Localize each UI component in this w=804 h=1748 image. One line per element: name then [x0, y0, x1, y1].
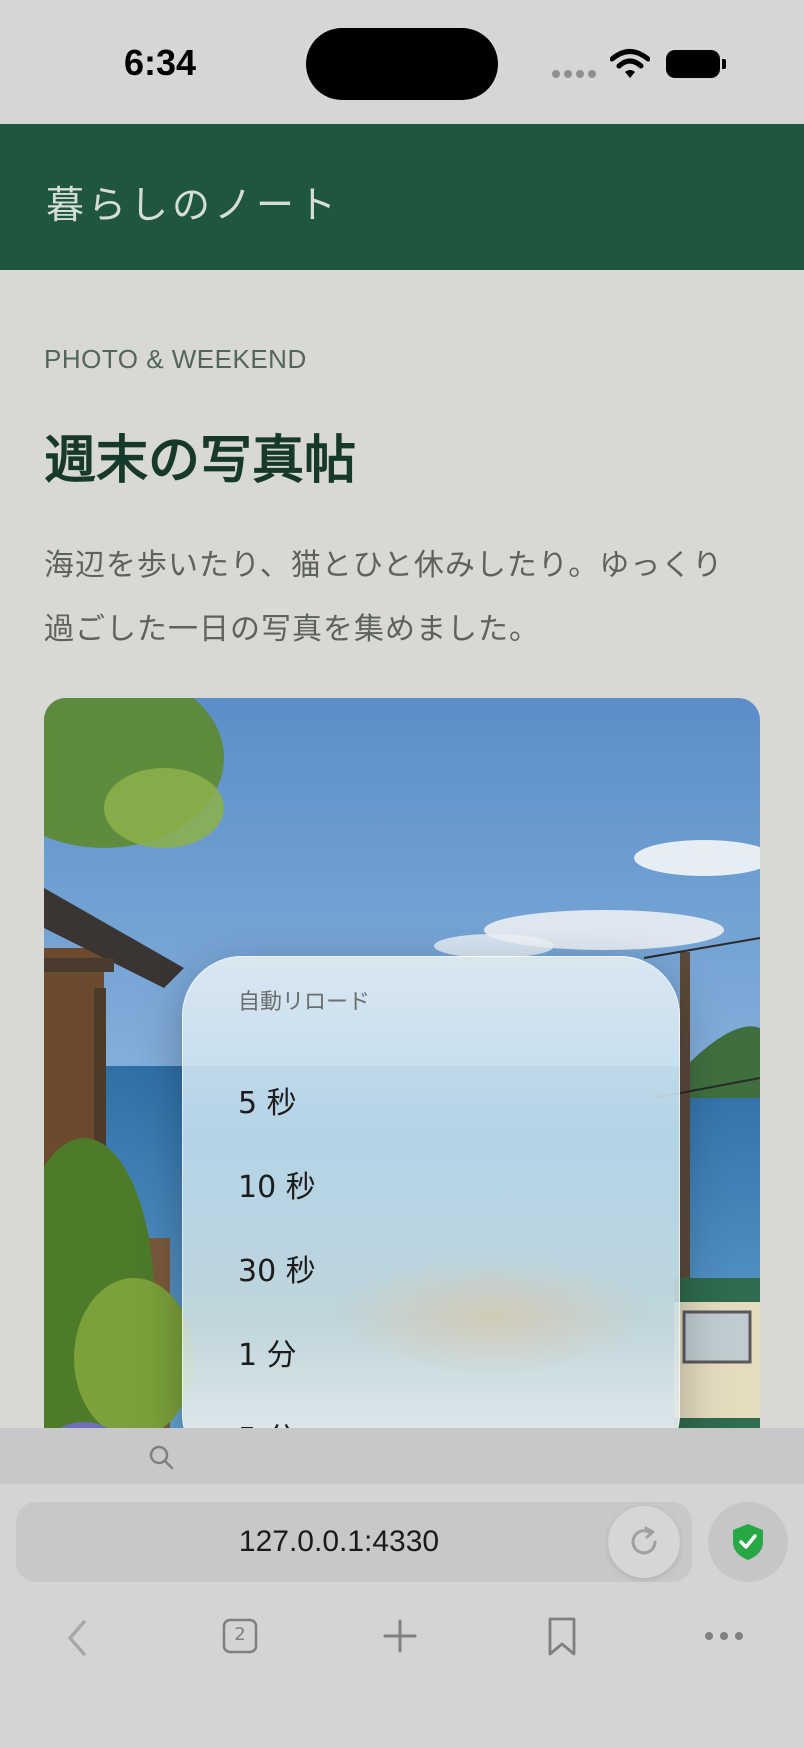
chevron-left-icon	[68, 1620, 86, 1656]
reload-button[interactable]	[608, 1506, 680, 1578]
auto-reload-menu-title: 自動リロード	[238, 990, 371, 1015]
security-button[interactable]	[708, 1502, 788, 1582]
back-button[interactable]	[60, 1616, 108, 1664]
address-bar[interactable]: 127.0.0.1:4330	[16, 1502, 692, 1582]
battery-icon	[666, 50, 726, 78]
address-url: 127.0.0.1:4330	[238, 1525, 440, 1558]
find-bar	[0, 1428, 804, 1484]
tabs-button[interactable]: 2	[222, 1618, 270, 1666]
more-button[interactable]	[704, 1630, 752, 1678]
auto-reload-menu: 自動リロード 5 秒 10 秒 30 秒 1 分 5 分	[182, 956, 680, 1474]
new-tab-button[interactable]	[382, 1618, 430, 1666]
shield-check-icon	[733, 1524, 763, 1560]
tab-count: 2	[234, 1624, 246, 1645]
site-title[interactable]: 暮らしのノート	[46, 174, 340, 229]
wifi-icon	[610, 49, 650, 78]
reload-icon	[631, 1526, 657, 1555]
article-lead-line-1: 海辺を歩いたり、猫とひと休みしたり。ゆっくり	[44, 548, 724, 583]
status-bar: 6:34	[0, 0, 804, 124]
cellular-signal-icon	[552, 70, 596, 78]
bookmark-icon	[548, 1617, 576, 1656]
search-icon[interactable]	[148, 1444, 174, 1470]
more-dots-icon	[705, 1632, 743, 1640]
menu-item-30-seconds[interactable]: 30 秒	[238, 1242, 316, 1302]
site-header: 暮らしのノート	[0, 124, 804, 270]
article-lead-line-2: 過ごした一日の写真を集めました。	[44, 612, 540, 647]
menu-item-1-minute[interactable]: 1 分	[238, 1326, 297, 1386]
menu-item-10-seconds[interactable]: 10 秒	[238, 1158, 316, 1218]
article-headline: 週末の写真帖	[44, 431, 357, 491]
bookmarks-button[interactable]	[546, 1616, 594, 1664]
dynamic-island	[306, 28, 498, 100]
menu-backdrop-blur	[332, 1256, 652, 1376]
status-time: 6:34	[124, 42, 197, 83]
article-kicker: PHOTO & WEEKEND	[44, 344, 307, 374]
article-lead: 海辺を歩いたり、猫とひと休みしたり。ゆっくり 過ごした一日の写真を集めました。	[44, 534, 764, 662]
menu-item-5-seconds[interactable]: 5 秒	[238, 1074, 297, 1134]
plus-icon	[383, 1619, 417, 1653]
